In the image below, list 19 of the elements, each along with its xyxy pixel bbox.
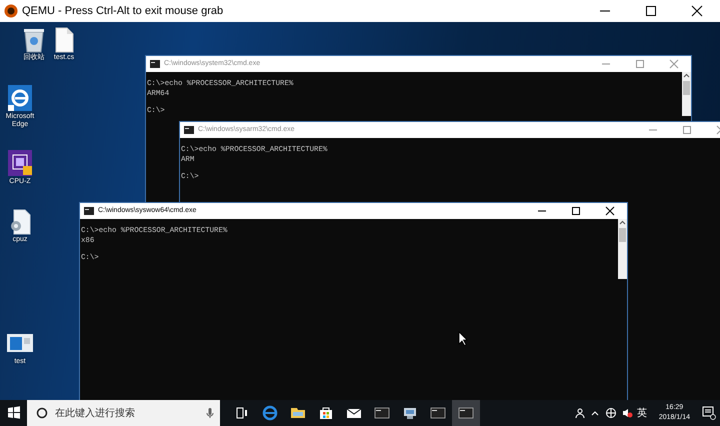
notification-icon[interactable]: [702, 406, 716, 420]
input-method-indicator[interactable]: 英: [636, 406, 647, 420]
scrollbar[interactable]: [618, 219, 627, 279]
terminal-icon: [184, 126, 194, 134]
browser-icon[interactable]: [6, 85, 34, 113]
scrollbar[interactable]: [682, 72, 691, 116]
speaker-muted-icon[interactable]: [620, 407, 633, 419]
window-title: QEMU - Press Ctrl-Alt to exit mouse grab: [22, 4, 224, 19]
terminal-icon[interactable]: [452, 400, 480, 426]
terminal-icon: [84, 207, 94, 215]
chip-icon[interactable]: [6, 150, 34, 178]
terminal-icon: [150, 60, 160, 68]
search-icon: [36, 406, 48, 419]
microphone-icon[interactable]: [206, 406, 214, 419]
qemu-logo-icon: [4, 4, 18, 18]
search-field[interactable]: 在此键入进行搜索: [27, 400, 220, 426]
globe-icon[interactable]: [604, 407, 617, 419]
people-icon[interactable]: [572, 407, 585, 419]
mouse-pointer-icon: [458, 331, 468, 346]
